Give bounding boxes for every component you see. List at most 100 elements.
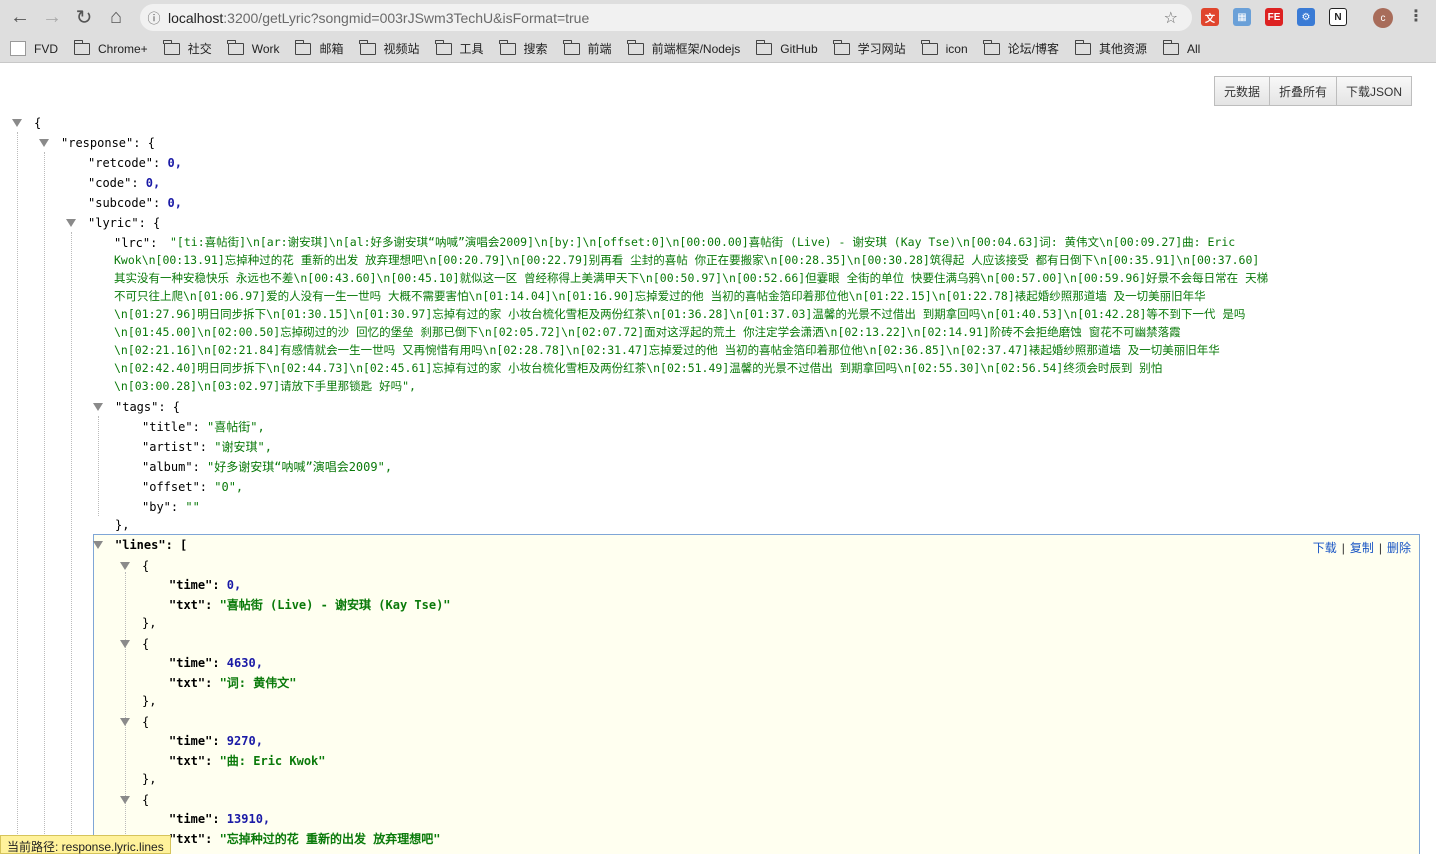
metadata-button[interactable]: 元数据 [1214,76,1271,106]
json-key-lrc: "lrc": [114,236,158,250]
info-icon[interactable]: ⓘ [140,8,168,27]
translate-extension-icon[interactable]: 文 [1201,8,1219,26]
bookmark-folder[interactable]: 视频站 [359,39,420,57]
bookmark-folder[interactable]: Chrome+ [73,39,148,56]
url-path: :3200/getLyric?songmid=003rJSwm3TechU&is… [223,9,590,26]
folder-icon [833,39,850,55]
bookmark-folder[interactable]: Work [227,39,279,56]
folder-icon [499,39,516,55]
json-row-tag: "offset": "0", [142,480,244,494]
menu-kebab-icon[interactable]: ⋮ [1408,6,1424,26]
bookmark-folder[interactable]: 社交 [163,39,212,57]
json-row-tag: "artist": "谢安琪", [142,440,272,454]
notion-extension-icon[interactable]: N [1329,8,1347,26]
bookmark-folder[interactable]: 搜索 [499,39,548,57]
download-node-link[interactable]: 下载 [1313,541,1337,555]
collapse-toggle-icon[interactable] [93,403,103,411]
json-key-tags: "tags": { [115,400,181,414]
json-row-subcode: "subcode": 0, [88,196,182,210]
collapse-toggle-icon[interactable] [39,139,49,147]
copy-node-link[interactable]: 复制 [1350,541,1374,555]
folder-icon [435,39,452,55]
json-row-time: "time": 4630, [169,656,263,670]
json-close-brace: }, [142,616,157,630]
node-actions: 下载 | 复制 | 删除 [1312,541,1411,555]
back-arrow-icon[interactable]: ← [4,0,36,35]
bookmark-star-icon[interactable]: ☆ [1164,8,1178,28]
json-row-retcode: "retcode": 0, [88,156,182,170]
bookmark-folder[interactable]: 学习网站 [833,39,906,57]
json-close-brace: }, [142,694,157,708]
folder-icon [1074,39,1091,55]
current-path-status: 当前路径: response.lyric.lines [0,835,171,854]
json-key-lines: "lines": [ [115,538,188,552]
url-host: localhost [168,9,224,26]
bookmarks-bar: FVD Chrome+ 社交 Work 邮箱 视频站 工具 搜索 前端 前端框架… [0,35,1436,63]
url-text[interactable]: localhost:3200/getLyric?songmid=003rJSwm… [168,10,589,26]
lrc-line: \n[01:27.96]明日同步拆下\n[01:30.15]\n[01:30.9… [114,307,1246,321]
collapse-toggle-icon[interactable] [120,562,130,570]
bookmark-folder[interactable]: 前端框架/Nodejs [627,39,740,57]
bookmark-folder[interactable]: 工具 [435,39,484,57]
forward-arrow-icon[interactable]: → [36,0,68,35]
indent-guide [17,132,18,854]
indent-guide [71,232,72,854]
folder-icon [294,39,312,55]
grid-extension-icon[interactable]: ▦ [1233,8,1251,26]
json-open-brace: { [142,637,150,651]
bookmark-folder[interactable]: GitHub [755,39,818,56]
json-open-brace: { [34,116,42,130]
json-row-code: "code": 0, [88,176,161,190]
lrc-line: 不可只往上爬\n[01:06.97]爱的人没有一生一世吗 大概不需要害怕\n[0… [114,289,1206,303]
collapse-toggle-icon[interactable] [93,541,103,549]
bookmark-folder[interactable]: 论坛/博客 [983,39,1059,57]
json-open-brace: { [142,715,150,729]
json-open-brace: { [142,559,150,573]
json-row-tag: "title": "喜帖街", [142,420,265,434]
json-row-time: "time": 9270, [169,734,263,748]
folder-icon [163,39,180,55]
selected-node-lines[interactable]: 下载 | 复制 | 删除 [93,534,1420,854]
profile-avatar[interactable]: c [1373,8,1393,28]
delete-node-link[interactable]: 删除 [1387,541,1411,555]
address-bar[interactable]: ⓘ localhost:3200/getLyric?songmid=003rJS… [140,4,1192,31]
folder-icon [73,39,90,55]
lrc-line: \n[02:42.40]明日同步拆下\n[02:44.73]\n[02:45.6… [114,361,1163,375]
home-icon[interactable]: ⌂ [100,0,132,35]
collapse-toggle-icon[interactable] [120,796,130,804]
json-row-txt: "txt": "词: 黄伟文" [169,676,297,690]
json-row-time: "time": 0, [169,578,242,592]
bookmark-folder[interactable]: icon [921,39,968,56]
json-row-txt: "txt": "忘掉种过的花 重新的出发 放弃理想吧" [169,832,441,846]
collapse-toggle-icon[interactable] [66,219,76,227]
bookmark-item[interactable]: FVD [10,41,58,56]
lrc-line: "[ti:喜帖街]\n[ar:谢安琪]\n[al:好多谢安琪“呐喊”演唱会200… [170,235,1236,249]
json-row-txt: "txt": "喜帖街 (Live) - 谢安琪 (Kay Tse)" [169,598,451,612]
folder-icon [983,39,1000,55]
viewer-button-group: 元数据 折叠所有 下载JSON [1214,76,1413,106]
collapse-toggle-icon[interactable] [120,640,130,648]
bookmark-folder[interactable]: 前端 [563,39,612,57]
reload-icon[interactable]: ↻ [68,0,100,35]
json-key-lyric: "lyric": { [88,216,161,230]
indent-guide [98,416,99,516]
lrc-line: Kwok\n[00:13.91]忘掉种过的花 重新的出发 放弃理想吧\n[00:… [114,253,1260,267]
indent-guide [125,572,126,854]
folder-icon [563,39,580,55]
browser-toolbar: ← → ↻ ⌂ ⓘ localhost:3200/getLyric?songmi… [0,0,1436,35]
collapse-toggle-icon[interactable] [120,718,130,726]
fe-extension-icon[interactable]: FE [1265,8,1283,26]
lrc-line: \n[03:00.28]\n[03:02.97]请放下手里那锁匙 好吗", [114,379,416,393]
collapse-all-button[interactable]: 折叠所有 [1269,76,1338,106]
folder-icon [359,39,376,55]
collapse-toggle-icon[interactable] [12,119,22,127]
json-row-time: "time": 13910, [169,812,271,826]
bookmark-folder[interactable]: 邮箱 [294,39,344,57]
bookmark-folder[interactable]: 其他资源 [1074,39,1147,57]
bookmark-folder[interactable]: All [1162,39,1200,56]
json-open-brace: { [142,793,150,807]
folder-icon [755,39,773,55]
proxy-extension-icon[interactable]: ⚙ [1297,8,1315,26]
json-key-response: "response": { [61,136,155,150]
download-json-button[interactable]: 下载JSON [1336,76,1413,106]
